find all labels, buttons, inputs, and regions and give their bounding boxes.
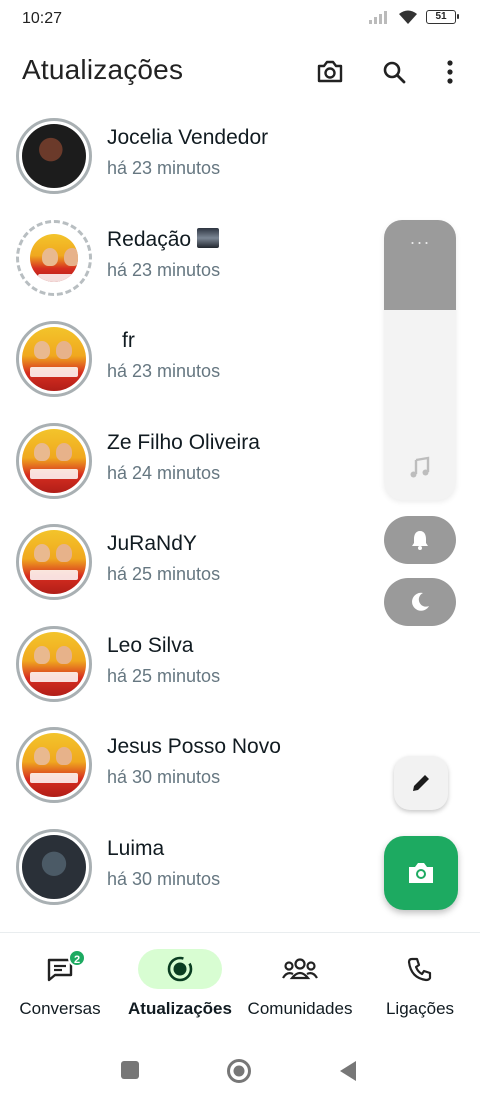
recents-button[interactable] [120, 1060, 140, 1080]
signal-icon [369, 11, 387, 24]
avatar [22, 834, 86, 899]
contact-name: Ze Filho Oliveira [107, 430, 260, 454]
nav-icon-wrap: 2 [18, 949, 102, 989]
music-note-icon [410, 456, 430, 478]
tab-label: Comunidades [247, 999, 353, 1018]
pencil-icon [413, 775, 429, 791]
back-button[interactable] [338, 1060, 358, 1082]
nav-icon-wrap [258, 949, 342, 989]
status-avatar-ring [16, 422, 92, 499]
volume-more-button[interactable]: ··· [384, 232, 456, 253]
contact-name: fr [122, 329, 135, 352]
nav-icon-wrap [378, 949, 462, 989]
communities-icon [282, 958, 318, 980]
tab-comunidades[interactable]: Comunidades [240, 949, 360, 1019]
status-avatar-ring [16, 727, 92, 803]
volume-slider[interactable]: ··· [384, 220, 456, 500]
avatar [30, 233, 78, 282]
status-avatar-ring [16, 524, 92, 600]
bell-icon [412, 531, 428, 550]
tab-ligacoes[interactable]: Ligações [360, 949, 480, 1019]
home-button[interactable] [226, 1058, 252, 1084]
battery-indicator: 51 [426, 10, 459, 24]
nav-icon-wrap [138, 949, 222, 989]
moon-icon [412, 592, 429, 611]
bottom-nav: 2 Conversas Atualizações Comunidades Lig… [0, 932, 480, 1036]
app-header: Atualizações [0, 40, 480, 104]
more-vert-icon[interactable] [432, 54, 468, 90]
wifi-icon [399, 10, 417, 24]
status-bar: 10:27 51 [0, 0, 480, 38]
avatar [22, 327, 86, 391]
status-time-ago: há 30 minutos [107, 767, 221, 787]
system-nav-bar [0, 1040, 480, 1102]
name-emoji-thumbnail [197, 227, 220, 248]
avatar [22, 733, 86, 797]
status-icon [167, 956, 193, 982]
do-not-disturb-toggle[interactable] [384, 578, 456, 626]
status-time-ago: há 23 minutos [107, 361, 221, 381]
contact-name: Leo Silva [107, 633, 194, 657]
phone-icon [407, 957, 432, 982]
status-avatar-ring [16, 828, 92, 905]
avatar [22, 428, 86, 493]
status-avatar-ring [16, 625, 92, 702]
ringer-toggle[interactable] [384, 516, 456, 564]
contact-name-wrap: Redação [107, 227, 220, 252]
tab-label: Conversas [19, 999, 101, 1018]
unread-badge: 2 [68, 949, 86, 967]
tab-label: Ligações [385, 999, 455, 1018]
status-time-ago: há 23 minutos [107, 158, 221, 178]
status-icons: 51 [368, 9, 459, 25]
status-time-ago: há 24 minutos [107, 462, 221, 483]
tab-atualizacoes[interactable]: Atualizações [120, 949, 240, 1019]
avatar [22, 530, 86, 594]
contact-name: Jesus Posso Novo [107, 735, 281, 758]
status-avatar-ring [16, 118, 92, 194]
status-time-ago: há 25 minutos [107, 665, 221, 686]
tab-conversas[interactable]: 2 Conversas [0, 949, 120, 1019]
page-title: Atualizações [22, 54, 184, 85]
status-time-ago: há 25 minutos [107, 564, 221, 584]
status-row[interactable]: Leo Silva há 25 minutos [0, 625, 480, 728]
status-avatar-ring [16, 321, 92, 397]
status-row[interactable]: Jocelia Vendedor há 23 minutos [0, 118, 480, 220]
contact-name: Jocelia Vendedor [107, 126, 269, 149]
avatar [22, 124, 86, 188]
contact-name: JuRaNdY [107, 532, 197, 555]
avatar [22, 631, 86, 696]
status-avatar-ring [16, 219, 92, 296]
text-status-button[interactable] [394, 756, 448, 810]
contact-name: Luima [107, 836, 165, 860]
camera-icon[interactable] [312, 54, 348, 90]
tab-label: Atualizações [128, 999, 232, 1018]
contact-name: Redação [107, 227, 192, 251]
status-time-ago: há 23 minutos [107, 259, 221, 280]
camera-icon [409, 863, 433, 883]
status-time-ago: há 30 minutos [107, 868, 221, 889]
search-icon[interactable] [376, 54, 412, 90]
status-time: 10:27 [22, 10, 63, 27]
camera-status-button[interactable] [384, 836, 458, 910]
